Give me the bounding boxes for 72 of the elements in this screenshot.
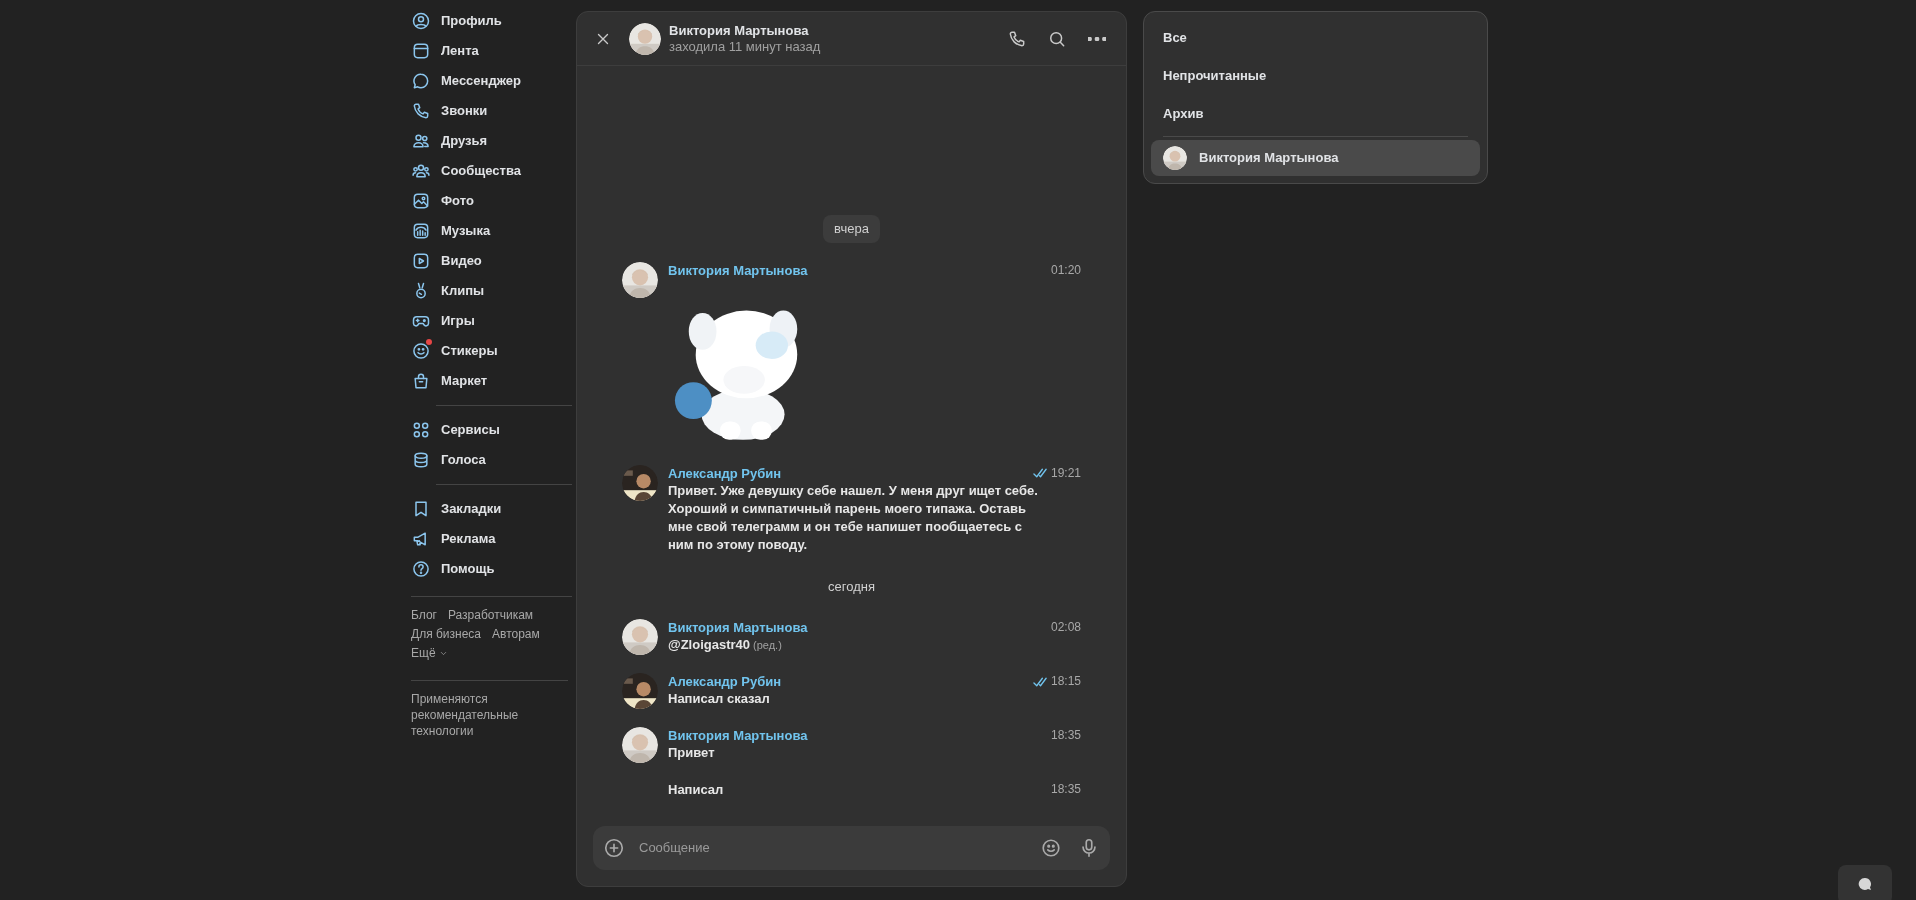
chat-bubble-icon xyxy=(411,71,431,91)
sidebar-item[interactable]: Мессенджер xyxy=(411,66,576,96)
attach-button[interactable] xyxy=(603,837,625,859)
sidebar-item[interactable]: Друзья xyxy=(411,126,576,156)
folder-tab[interactable]: Все xyxy=(1151,19,1480,57)
sidebar-item[interactable]: Сообщества xyxy=(411,156,576,186)
sidebar-item[interactable]: Видео xyxy=(411,246,576,276)
speech-bubble-icon xyxy=(1857,876,1873,892)
sidebar-item[interactable]: Профиль xyxy=(411,6,576,36)
community-icon xyxy=(411,161,431,181)
last-seen-status: заходила 11 минут назад xyxy=(669,38,822,55)
message-text: Привет. Уже девушку себе нашел. У меня друг ищет себе. Хороший и симпатичный парень моего типажа. Оставь мне свой телеграмм и он тебе напишет пообщаетесь с ним по этому поводу. xyxy=(668,481,1038,554)
message-text: Привет xyxy=(668,744,716,762)
sidebar-item[interactable]: Лента xyxy=(411,36,576,66)
message-text: @Zloigastr40 (ред.) xyxy=(668,636,783,654)
photo-icon xyxy=(411,191,431,211)
sidebar-item[interactable]: Реклама xyxy=(411,524,576,554)
message-time: 01:20 xyxy=(1050,261,1081,279)
sidebar-item[interactable]: Игры xyxy=(411,306,576,336)
profile-icon xyxy=(411,11,431,31)
message-time: 18:35 xyxy=(1050,781,1081,798)
sidebar-item[interactable]: Сервисы xyxy=(411,415,576,445)
message-text: Написал xyxy=(668,781,725,799)
music-icon xyxy=(411,221,431,241)
video-icon xyxy=(411,251,431,271)
feed-icon xyxy=(411,41,431,61)
sidebar-item[interactable]: Маркет xyxy=(411,366,576,396)
message-time: 02:08 xyxy=(1050,619,1081,636)
chat-button[interactable] xyxy=(1838,865,1892,900)
folder-tab[interactable]: Непрочитанные xyxy=(1151,57,1480,95)
message-input[interactable]: Сообщение xyxy=(639,838,1030,858)
chevron-down-icon xyxy=(438,649,448,658)
footer-link[interactable]: Блог xyxy=(411,607,437,624)
message-time: 19:21 xyxy=(1050,464,1081,482)
footer-link[interactable]: Разработчикам xyxy=(447,607,534,624)
sidebar-item[interactable]: Клипы xyxy=(411,276,576,306)
sidebar-item[interactable]: Фото xyxy=(411,186,576,216)
message-field[interactable]: Сообщение xyxy=(593,826,1110,870)
message-time: 18:35 xyxy=(1050,727,1081,744)
plus-icon xyxy=(603,837,625,859)
author-name[interactable]: Александр Рубин xyxy=(668,673,1033,690)
coins-icon xyxy=(411,450,431,470)
emoji-button[interactable] xyxy=(1040,837,1062,859)
author-name[interactable]: Виктория Мартынова xyxy=(668,619,1051,636)
contact-name: Виктория Мартынова xyxy=(669,22,810,39)
author-name[interactable]: Александр Рубин xyxy=(668,464,1033,482)
folder-tab[interactable]: Архив xyxy=(1151,95,1480,133)
footer-link[interactable]: Для бизнеса xyxy=(411,626,481,643)
sidebar-item[interactable]: Звонки xyxy=(411,96,576,126)
shopping-bag-icon xyxy=(411,371,431,391)
grid-icon xyxy=(411,420,431,440)
smiley-icon xyxy=(411,341,431,361)
author-name[interactable]: Виктория Мартынова xyxy=(668,727,1051,744)
friends-icon xyxy=(411,131,431,151)
date-label: сегодня xyxy=(828,577,875,596)
help-icon xyxy=(411,559,431,579)
phone-icon xyxy=(411,101,431,121)
recommendation-note: Применяются рекомендательные технологии xyxy=(411,691,520,739)
footer-link[interactable]: Ещё xyxy=(411,645,448,662)
message-time: 18:15 xyxy=(1050,673,1081,690)
sidebar-item[interactable]: Голоса xyxy=(411,445,576,475)
sidebar-item[interactable]: Стикеры xyxy=(411,336,576,366)
sidebar-item[interactable]: Помощь xyxy=(411,554,576,584)
date-label: вчера xyxy=(823,215,880,243)
author-name[interactable]: Виктория Мартынова xyxy=(668,261,1051,279)
footer-link[interactable]: Авторам xyxy=(492,626,540,643)
chat-item[interactable]: Виктория Мартынова xyxy=(1151,140,1480,176)
more-icon xyxy=(1088,36,1106,41)
message-text: Написал сказал xyxy=(668,690,771,708)
sidebar-item[interactable]: Музыка xyxy=(411,216,576,246)
smiley-icon xyxy=(1040,837,1062,859)
sidebar-item[interactable]: Закладки xyxy=(411,494,576,524)
